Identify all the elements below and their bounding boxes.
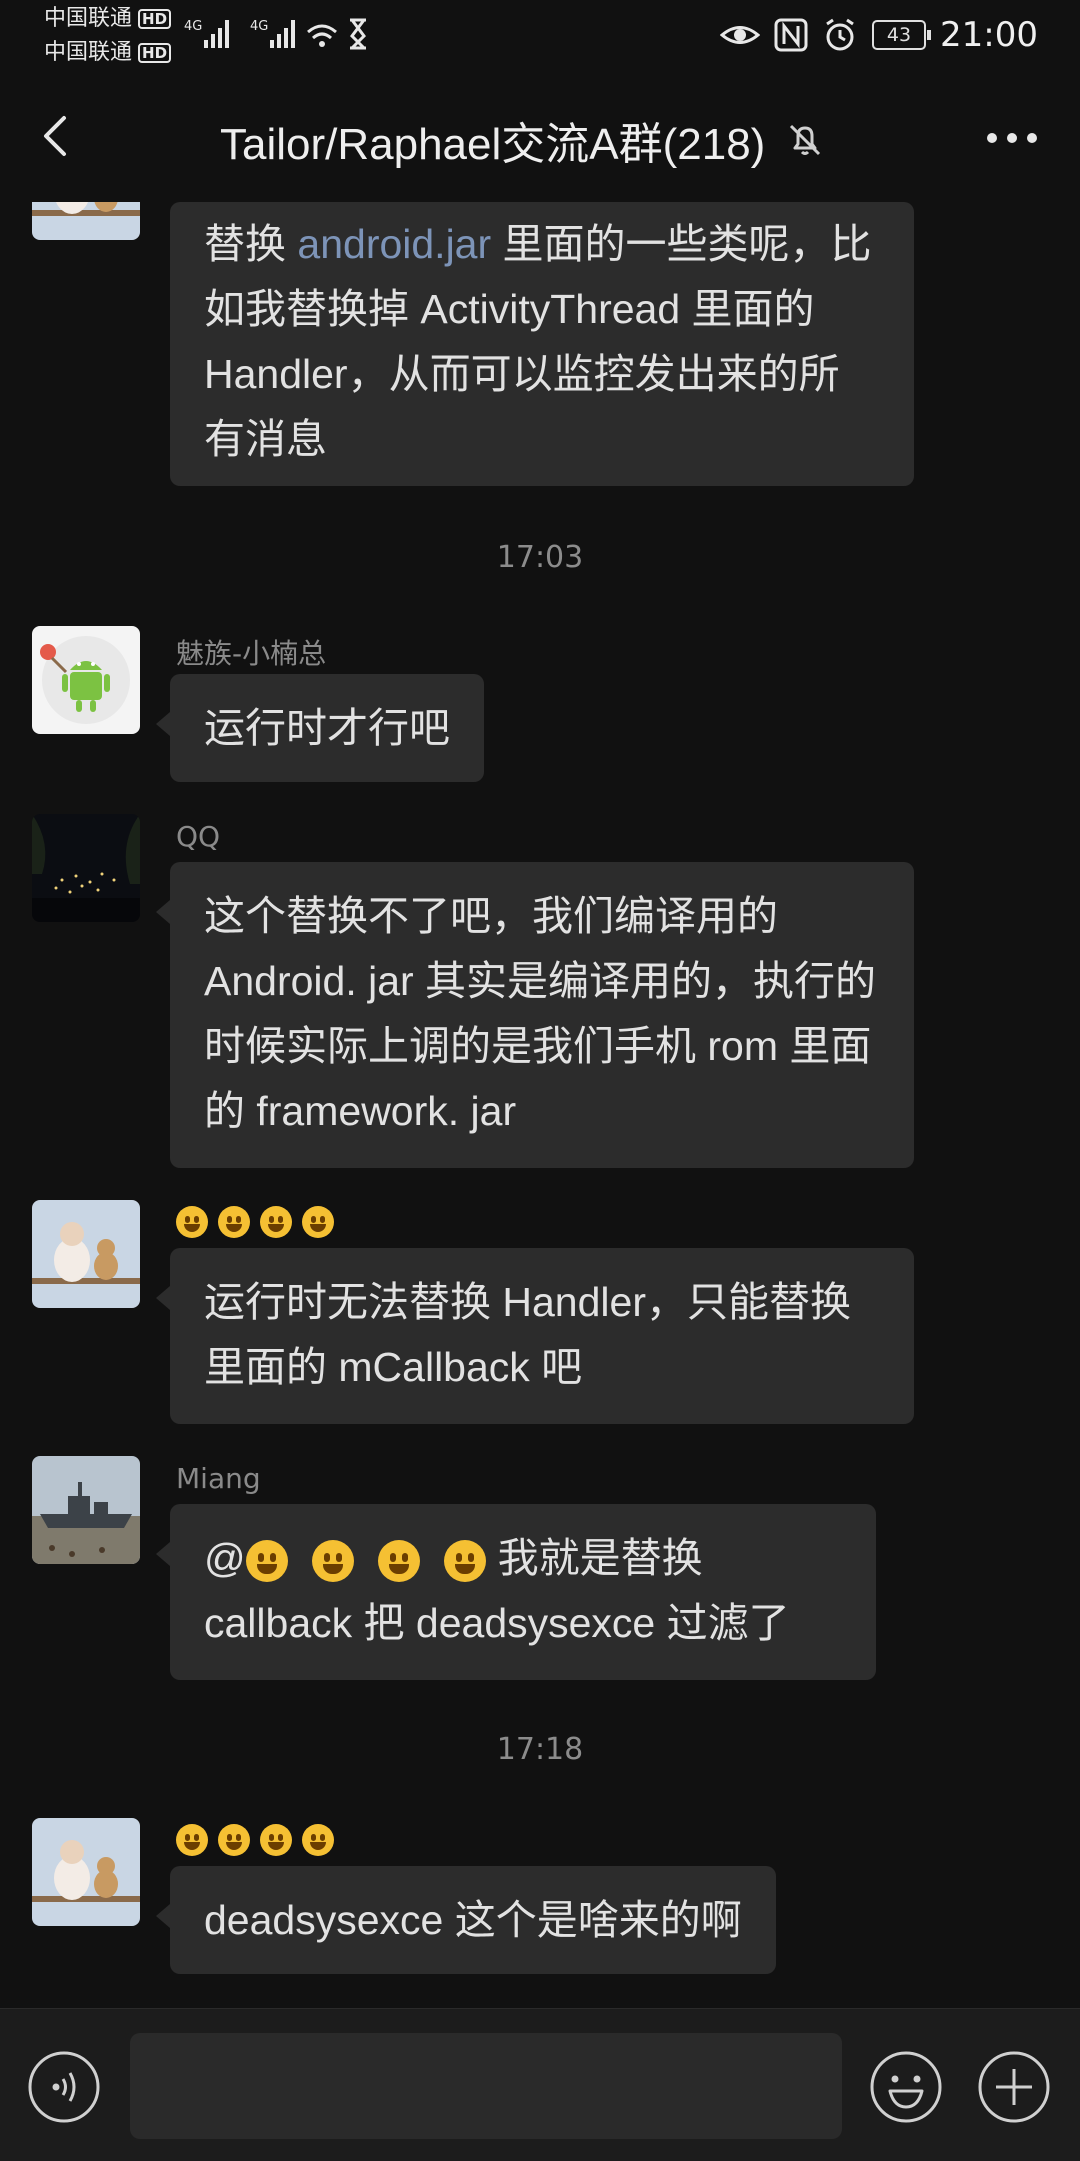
message-bubble[interactable]: @ 我就是替换 callback 把 deadsysexce 过滤了 — [156, 1504, 876, 1680]
carrier-2-label: 中国联通 — [44, 40, 133, 65]
network-type-1: 4G — [184, 19, 202, 34]
hourglass-icon — [350, 18, 366, 50]
hd-badge: HD — [138, 9, 172, 29]
grin-emoji-icon — [302, 1206, 334, 1238]
joy-emoji-icon — [245, 1540, 288, 1583]
grin-emoji-icon — [311, 1540, 354, 1583]
carrier-1: 中国联通 HD — [44, 6, 172, 32]
battery-icon: 43 — [872, 20, 932, 50]
avatar-android-image — [32, 626, 140, 734]
message-bubble[interactable]: 这个替换不了吧，我们编译用的 Android. jar 其实是编译用的，执行的时… — [156, 862, 914, 1168]
mute-bell-icon — [790, 124, 821, 156]
voice-icon[interactable] — [26, 2049, 102, 2125]
avatar[interactable] — [32, 814, 140, 922]
avatar[interactable] — [32, 202, 140, 240]
smiley-emoji-icon — [377, 1540, 420, 1583]
smiley-emoji-icon — [260, 1824, 292, 1856]
signal-icons: 4G 4G — [184, 18, 366, 50]
grin-emoji-icon — [218, 1824, 250, 1856]
message-text: 运行时才行吧 — [204, 705, 450, 751]
avatar-baby-bear-image — [32, 1818, 140, 1926]
input-bar — [0, 2008, 1080, 2161]
grin-emoji-icon — [218, 1206, 250, 1238]
avatar[interactable] — [32, 626, 140, 734]
message-bubble[interactable]: deadsysexce 这个是啥来的啊 — [156, 1866, 776, 1974]
message-input[interactable] — [130, 2033, 842, 2139]
chat-title: Tailor/Raphael交流A群(218) — [220, 120, 766, 169]
smiley-emoji-icon — [260, 1206, 292, 1238]
mention-prefix: @ — [204, 1535, 246, 1581]
message-text: 这个替换不了吧，我们编译用的 Android. jar 其实是编译用的，执行的时… — [204, 893, 877, 1134]
carrier-2: 中国联通 HD — [44, 40, 172, 66]
message-text: 我就是替换 callback 把 deadsysexce 过滤了 — [204, 1535, 790, 1646]
emoji-icon[interactable] — [868, 2049, 944, 2125]
avatar-baby-bear-image — [32, 202, 140, 240]
wifi-icon — [307, 24, 337, 47]
hd-badge-2: HD — [138, 43, 172, 63]
more-options-icon[interactable] — [984, 120, 1040, 156]
status-bar: 中国联通 HD 中国联通 HD 4G 4G 43 21:00 — [0, 0, 1080, 72]
chat-header: Tailor/Raphael交流A群(218) — [0, 72, 1080, 202]
message-bubble[interactable]: 替换 android.jar 里面的一些类呢，比如我替换掉 ActivityTh… — [170, 202, 914, 486]
message-text: deadsysexce 这个是啥来的啊 — [204, 1897, 742, 1943]
timestamp: 17:03 — [496, 540, 584, 575]
sender-name[interactable]: QQ — [176, 820, 220, 853]
grin-emoji-icon — [443, 1540, 486, 1583]
avatar-night-city-image — [32, 814, 140, 922]
message-text: 运行时无法替换 Handler，只能替换里面的 mCallback 吧 — [204, 1279, 851, 1390]
message-text: 替换 — [204, 221, 298, 267]
grin-emoji-icon — [302, 1824, 334, 1856]
status-time: 21:00 — [940, 15, 1038, 55]
sender-name[interactable]: 魅族-小楠总 — [176, 632, 326, 672]
sender-name-emoji[interactable] — [176, 1204, 344, 1238]
status-right: 43 21:00 — [720, 10, 1038, 60]
network-type-2: 4G — [250, 19, 268, 34]
signal-bars-2-icon — [270, 20, 295, 48]
avatar[interactable] — [32, 1200, 140, 1308]
avatar-warship-image — [32, 1456, 140, 1564]
header-title-group[interactable]: Tailor/Raphael交流A群(218) — [220, 108, 825, 172]
message-link[interactable]: android.jar — [297, 221, 491, 267]
nfc-icon — [774, 18, 808, 52]
carrier-1-label: 中国联通 — [44, 6, 133, 31]
eye-comfort-icon — [720, 26, 761, 44]
plus-icon[interactable] — [976, 2049, 1052, 2125]
joy-emoji-icon — [176, 1206, 208, 1238]
chat-message-list[interactable]: 替换 android.jar 里面的一些类呢，比如我替换掉 ActivityTh… — [0, 202, 1080, 2008]
avatar[interactable] — [32, 1456, 140, 1564]
timestamp: 17:18 — [496, 1732, 584, 1767]
message-bubble[interactable]: 运行时才行吧 — [156, 674, 484, 782]
avatar-baby-bear-image — [32, 1200, 140, 1308]
sender-name-emoji[interactable] — [176, 1822, 344, 1856]
alarm-icon — [826, 18, 854, 51]
back-arrow-icon[interactable] — [30, 108, 86, 164]
avatar[interactable] — [32, 1818, 140, 1926]
sender-name[interactable]: Miang — [176, 1462, 261, 1495]
signal-bars-1-icon — [204, 20, 229, 48]
message-bubble[interactable]: 运行时无法替换 Handler，只能替换里面的 mCallback 吧 — [156, 1248, 914, 1424]
joy-emoji-icon — [176, 1824, 208, 1856]
